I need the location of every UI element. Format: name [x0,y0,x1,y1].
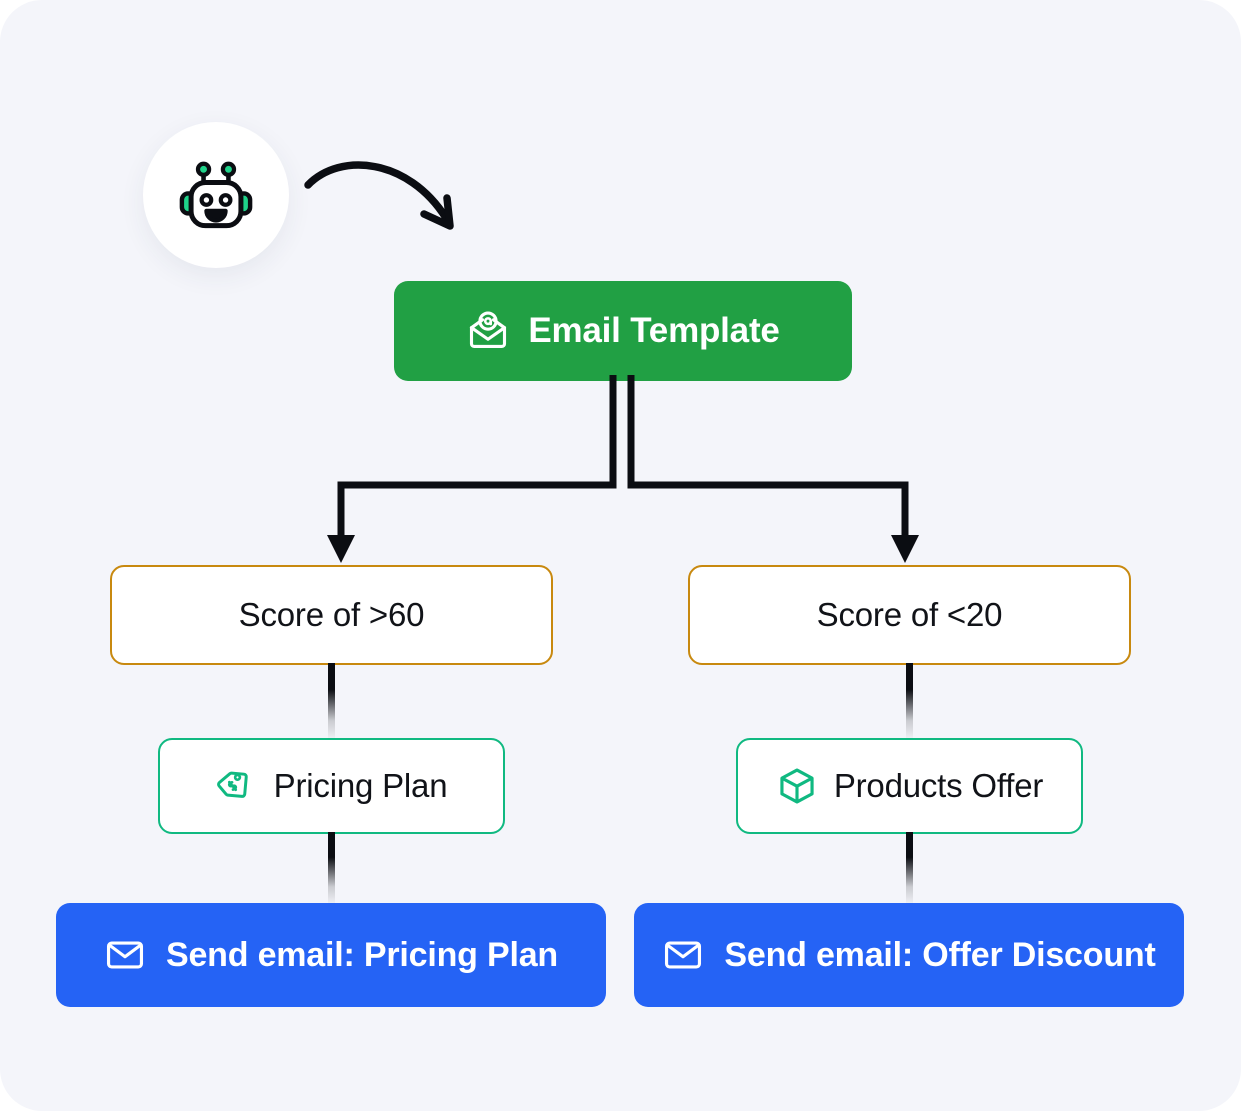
envelope-at-icon [466,309,510,353]
node-email-template[interactable]: Email Template [394,281,852,381]
node-condition-score-low[interactable]: Score of <20 [688,565,1131,665]
node-send-email-pricing-plan-label: Send email: Pricing Plan [166,935,558,974]
robot-face-icon [170,149,262,241]
connector-products-offer-to-send-email [906,832,913,906]
connector-score-low-to-products-offer [906,663,913,741]
node-send-email-pricing-plan[interactable]: Send email: Pricing Plan [56,903,606,1007]
curved-arrow-icon [300,130,490,250]
node-products-offer-label: Products Offer [833,767,1044,804]
connector-pricing-plan-to-send-email [328,832,335,906]
node-condition-score-high-label: Score of >60 [238,596,425,633]
node-email-template-label: Email Template [528,311,780,350]
node-condition-score-high[interactable]: Score of >60 [110,565,553,665]
envelope-icon [662,934,704,976]
envelope-icon [104,934,146,976]
connector-score-high-to-pricing-plan [328,663,335,741]
node-products-offer[interactable]: Products Offer [736,738,1083,834]
box-cube-icon [776,765,818,807]
node-pricing-plan-label: Pricing Plan [273,767,448,804]
ai-assistant-avatar [143,122,289,268]
node-send-email-offer-discount[interactable]: Send email: Offer Discount [634,903,1184,1007]
flow-diagram-canvas: Email Template Score of >60 Score of <20 [0,0,1241,1111]
node-pricing-plan[interactable]: Pricing Plan [158,738,505,834]
price-tag-icon [216,765,258,807]
node-condition-score-low-label: Score of <20 [816,596,1003,633]
node-send-email-offer-discount-label: Send email: Offer Discount [724,935,1156,974]
connector-trigger-to-conditions [300,375,940,575]
